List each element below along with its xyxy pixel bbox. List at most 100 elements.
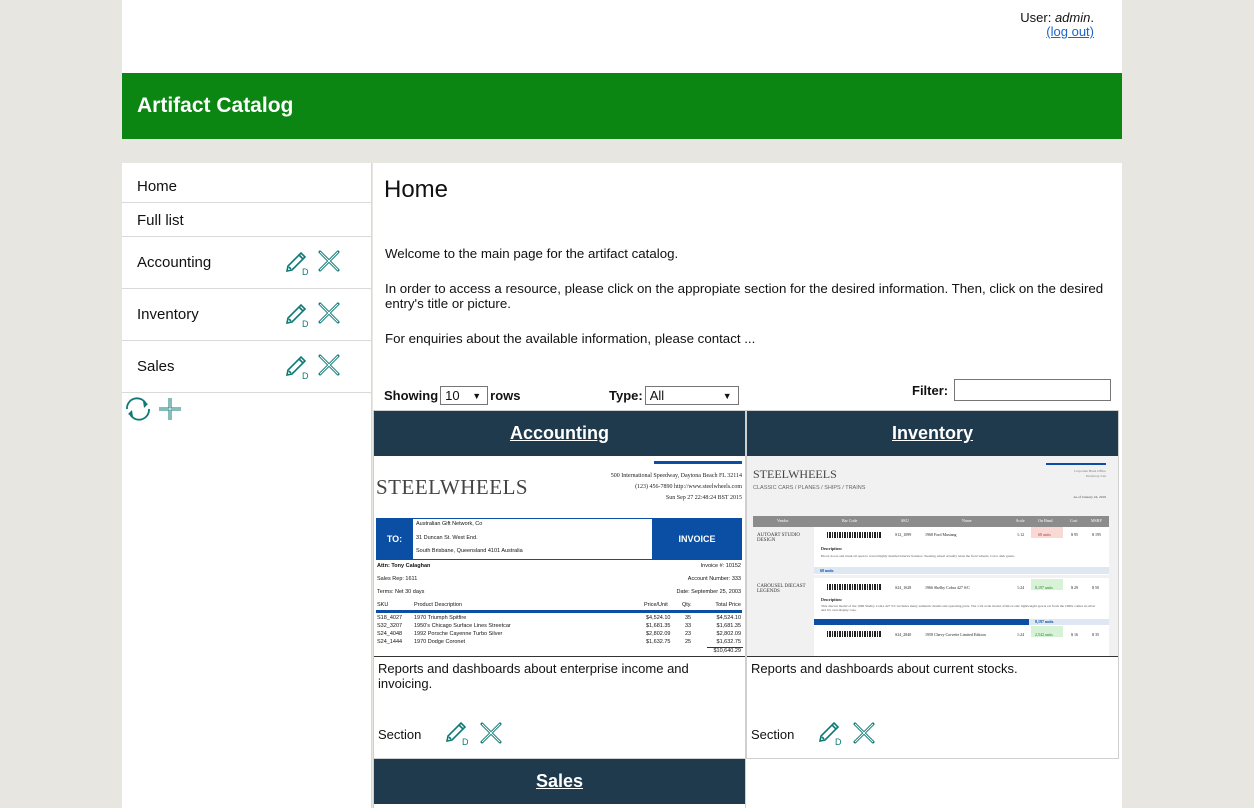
sidebar-item-home[interactable]: Home [122,163,371,203]
type-select-value: All [649,388,665,403]
thumb-cell: 35 [685,615,692,621]
thumb-to-line: Australian Gift Network, Co [416,521,483,527]
thumb-col-header: Scale [1016,518,1025,523]
contact-text: For enquiries about the available inform… [385,331,756,346]
close-x-icon[interactable] [479,721,503,748]
card-footer: Section D [751,719,876,750]
thumb-cell: S24_1628 [895,585,912,590]
app-banner: Artifact Catalog [122,73,1122,139]
thumb-cell: $2,802.09 [646,631,671,637]
sidebar-item-label: Home [137,178,178,195]
sidebar-item-sales[interactable]: Sales D [122,341,371,393]
thumb-desc: Hood, doors and trunk all open to reveal… [821,554,1015,558]
sidebar-item-label: Inventory [137,306,199,323]
thumb-brand: STEELWHEELS [753,467,837,481]
thumb-vendor: CAROUSEL DIECAST LEGENDS [757,584,806,594]
page-title: Home [384,176,449,203]
rows-select[interactable]: 10 ▼ [440,386,489,405]
thumb-col-header: Cost [1070,518,1078,523]
thumb-cell: 68 units [1038,532,1051,537]
card-thumbnail[interactable]: STEELWHEELS CLASSIC CARS / PLANES / SHIP… [747,456,1118,657]
section-card-accounting: Accounting STEELWHEELS 500 International… [373,410,746,759]
edit-d-icon[interactable]: D [283,301,311,333]
list-controls: Showing 10 ▼ rows Type: All ▼ Filter: [373,378,1122,408]
refresh-icon[interactable] [122,395,154,428]
thumb-cell: S32_3207 [377,623,403,629]
top-bar: User: admin. (log out) [122,0,1122,73]
user-info: User: admin. (log out) [1020,11,1094,39]
thumb-report: Inventory List [1086,474,1106,478]
type-select[interactable]: All ▼ [644,386,739,405]
thumb-cell: S24_1444 [377,639,403,645]
thumb-cell: $ 29 [1071,585,1078,590]
close-x-icon[interactable] [317,353,341,385]
thumb-cell: $2,802.09 [716,631,741,637]
thumb-cell: 1966 Shelby Cobra 427 S/C [925,585,970,590]
thumb-col-header: Total Price [715,602,741,608]
thumb-cell: $ 195 [1092,532,1101,537]
thumb-col-header: SKU [377,602,389,608]
edit-d-icon[interactable]: D [816,719,844,750]
sidebar-item-accounting[interactable]: Accounting D [122,237,371,289]
sidebar-item-label: Accounting [137,254,212,271]
edit-d-icon[interactable]: D [443,719,471,750]
showing-label: Showing [384,388,439,403]
close-x-icon[interactable] [852,721,876,748]
card-title-link[interactable]: Sales [374,759,745,804]
thumb-units: 68 units [820,568,834,573]
thumb-cell: S24_2840 [895,632,912,637]
thumb-cell: 1992 Porsche Cayenne Turbo Silver [414,631,503,637]
svg-text:D: D [302,267,309,277]
svg-text:D: D [835,737,842,747]
thumb-date: Sun Sep 27 22:48:24 BST 2015 [665,495,742,501]
card-footer-label: Section [378,727,422,742]
card-thumbnail[interactable]: STEELWHEELS 500 International Speedway, … [374,456,745,657]
filter-input[interactable] [954,379,1112,401]
thumb-cell: 33 [685,623,692,629]
rows-select-value: 10 [445,388,460,403]
thumb-cell: $ 16 [1071,632,1078,637]
sidebar-item-full-list[interactable]: Full list [122,203,371,237]
logout-link[interactable]: (log out) [1020,25,1094,39]
thumb-cell: 1:12 [1017,532,1025,537]
main-content: Home Welcome to the main page for the ar… [373,163,1122,808]
sidebar-tools [122,395,184,428]
thumb-col-header: Qty. [682,602,692,608]
thumb-col-header: Price/Unit [644,602,668,608]
thumb-col-header: SKU [901,518,910,523]
thumb-terms: Terms: Net 30 days [377,589,425,595]
thumb-total: $10,640.29 [713,648,741,654]
close-x-icon[interactable] [317,301,341,333]
section-card-inventory: Inventory STEELWHEELS CLASSIC CARS / PLA… [746,410,1119,759]
thumb-cell: S12_1099 [895,532,912,537]
thumb-cell: S24_4048 [377,631,403,637]
plus-icon[interactable] [156,395,184,428]
rows-label: rows [490,388,521,403]
thumb-cell: 2,542 units [1035,632,1053,637]
thumb-invoice-no: Invoice #: 10152 [700,563,741,569]
welcome-text: Welcome to the main page for the artifac… [385,246,679,261]
card-title-link[interactable]: Inventory [747,411,1118,456]
thumb-attn: Attn: Tony Calaghan [377,563,431,569]
user-suffix: . [1090,10,1094,25]
thumb-inv-date: Date: September 25, 2003 [676,589,741,595]
thumb-desc-label: Description: [821,597,843,602]
thumb-vendor: AUTOART STUDIO DESIGN [757,533,800,543]
sidebar-item-inventory[interactable]: Inventory D [122,289,371,341]
card-footer-label: Section [751,727,795,742]
edit-d-icon[interactable]: D [283,353,311,385]
edit-d-icon[interactable]: D [283,249,311,281]
user-prefix: User: [1020,10,1052,25]
thumb-address: 500 International Speedway, Daytona Beac… [610,473,742,479]
thumb-cell: 1970 Dodge Coronet [414,639,466,645]
filter-label: Filter: [912,382,949,398]
page: User: admin. (log out) Artifact Catalog … [122,0,1122,808]
thumb-to-line: South Brisbane, Queensland 4101 Australi… [416,548,523,554]
card-title-link[interactable]: Accounting [374,411,745,456]
svg-text:D: D [302,319,309,329]
thumb-cell: $ 95 [1071,532,1078,537]
section-card-sales: Sales [373,758,746,808]
thumb-to-label: TO: [376,518,413,560]
instructions-text: In order to access a resource, please cl… [385,281,1104,311]
close-x-icon[interactable] [317,249,341,281]
